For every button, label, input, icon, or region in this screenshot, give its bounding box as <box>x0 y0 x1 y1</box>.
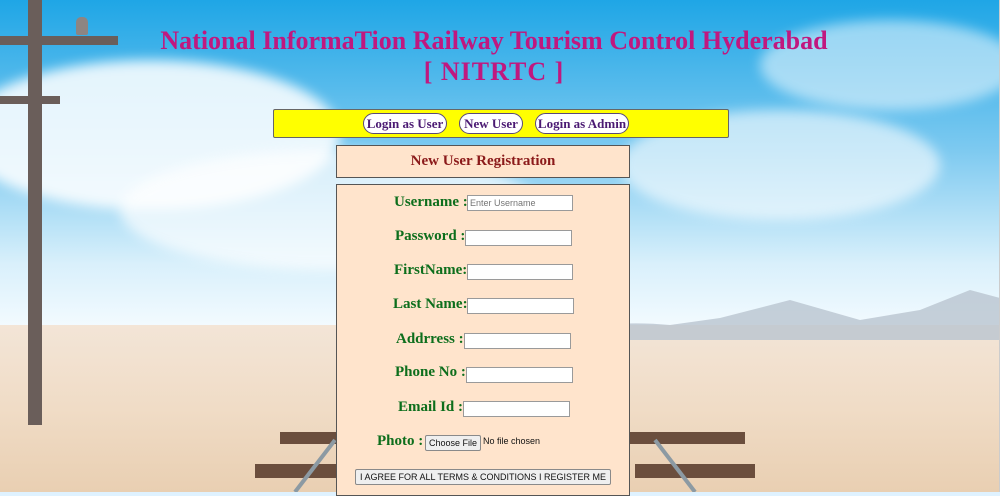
address-input[interactable] <box>464 333 571 349</box>
register-submit-button[interactable]: I AGREE FOR ALL TERMS & CONDITIONS I REG… <box>355 469 611 485</box>
login-as-user-button[interactable]: Login as User <box>363 113 447 134</box>
username-input[interactable] <box>467 195 573 211</box>
email-input[interactable] <box>463 401 570 417</box>
firstname-input[interactable] <box>467 264 573 280</box>
password-label: Password : <box>395 228 466 244</box>
login-as-admin-button[interactable]: Login as Admin <box>535 113 629 134</box>
page-title: National InformaTion Railway Tourism Con… <box>160 26 828 55</box>
address-label: Addrress : <box>396 331 464 347</box>
file-status-text: No file chosen <box>483 436 541 446</box>
choose-file-button[interactable]: Choose File <box>425 435 481 451</box>
nav-bar: Login as User New User Login as Admin <box>273 109 729 138</box>
password-input[interactable] <box>465 230 572 246</box>
registration-heading: New User Registration <box>336 145 630 178</box>
pole-crossarm <box>0 96 60 104</box>
firstname-label: FirstName: <box>394 262 468 278</box>
lastname-input[interactable] <box>467 298 574 314</box>
lastname-label: Last Name: <box>393 296 468 312</box>
page-subtitle: [ NITRTC ] <box>423 57 565 86</box>
phone-input[interactable] <box>466 367 573 383</box>
email-label: Email Id : <box>398 399 464 415</box>
new-user-button[interactable]: New User <box>459 113 523 134</box>
username-label: Username : <box>394 194 468 210</box>
phone-label: Phone No : <box>395 364 466 380</box>
registration-form: Username : Password : FirstName: Last Na… <box>336 184 630 496</box>
photo-label: Photo : <box>377 433 424 449</box>
